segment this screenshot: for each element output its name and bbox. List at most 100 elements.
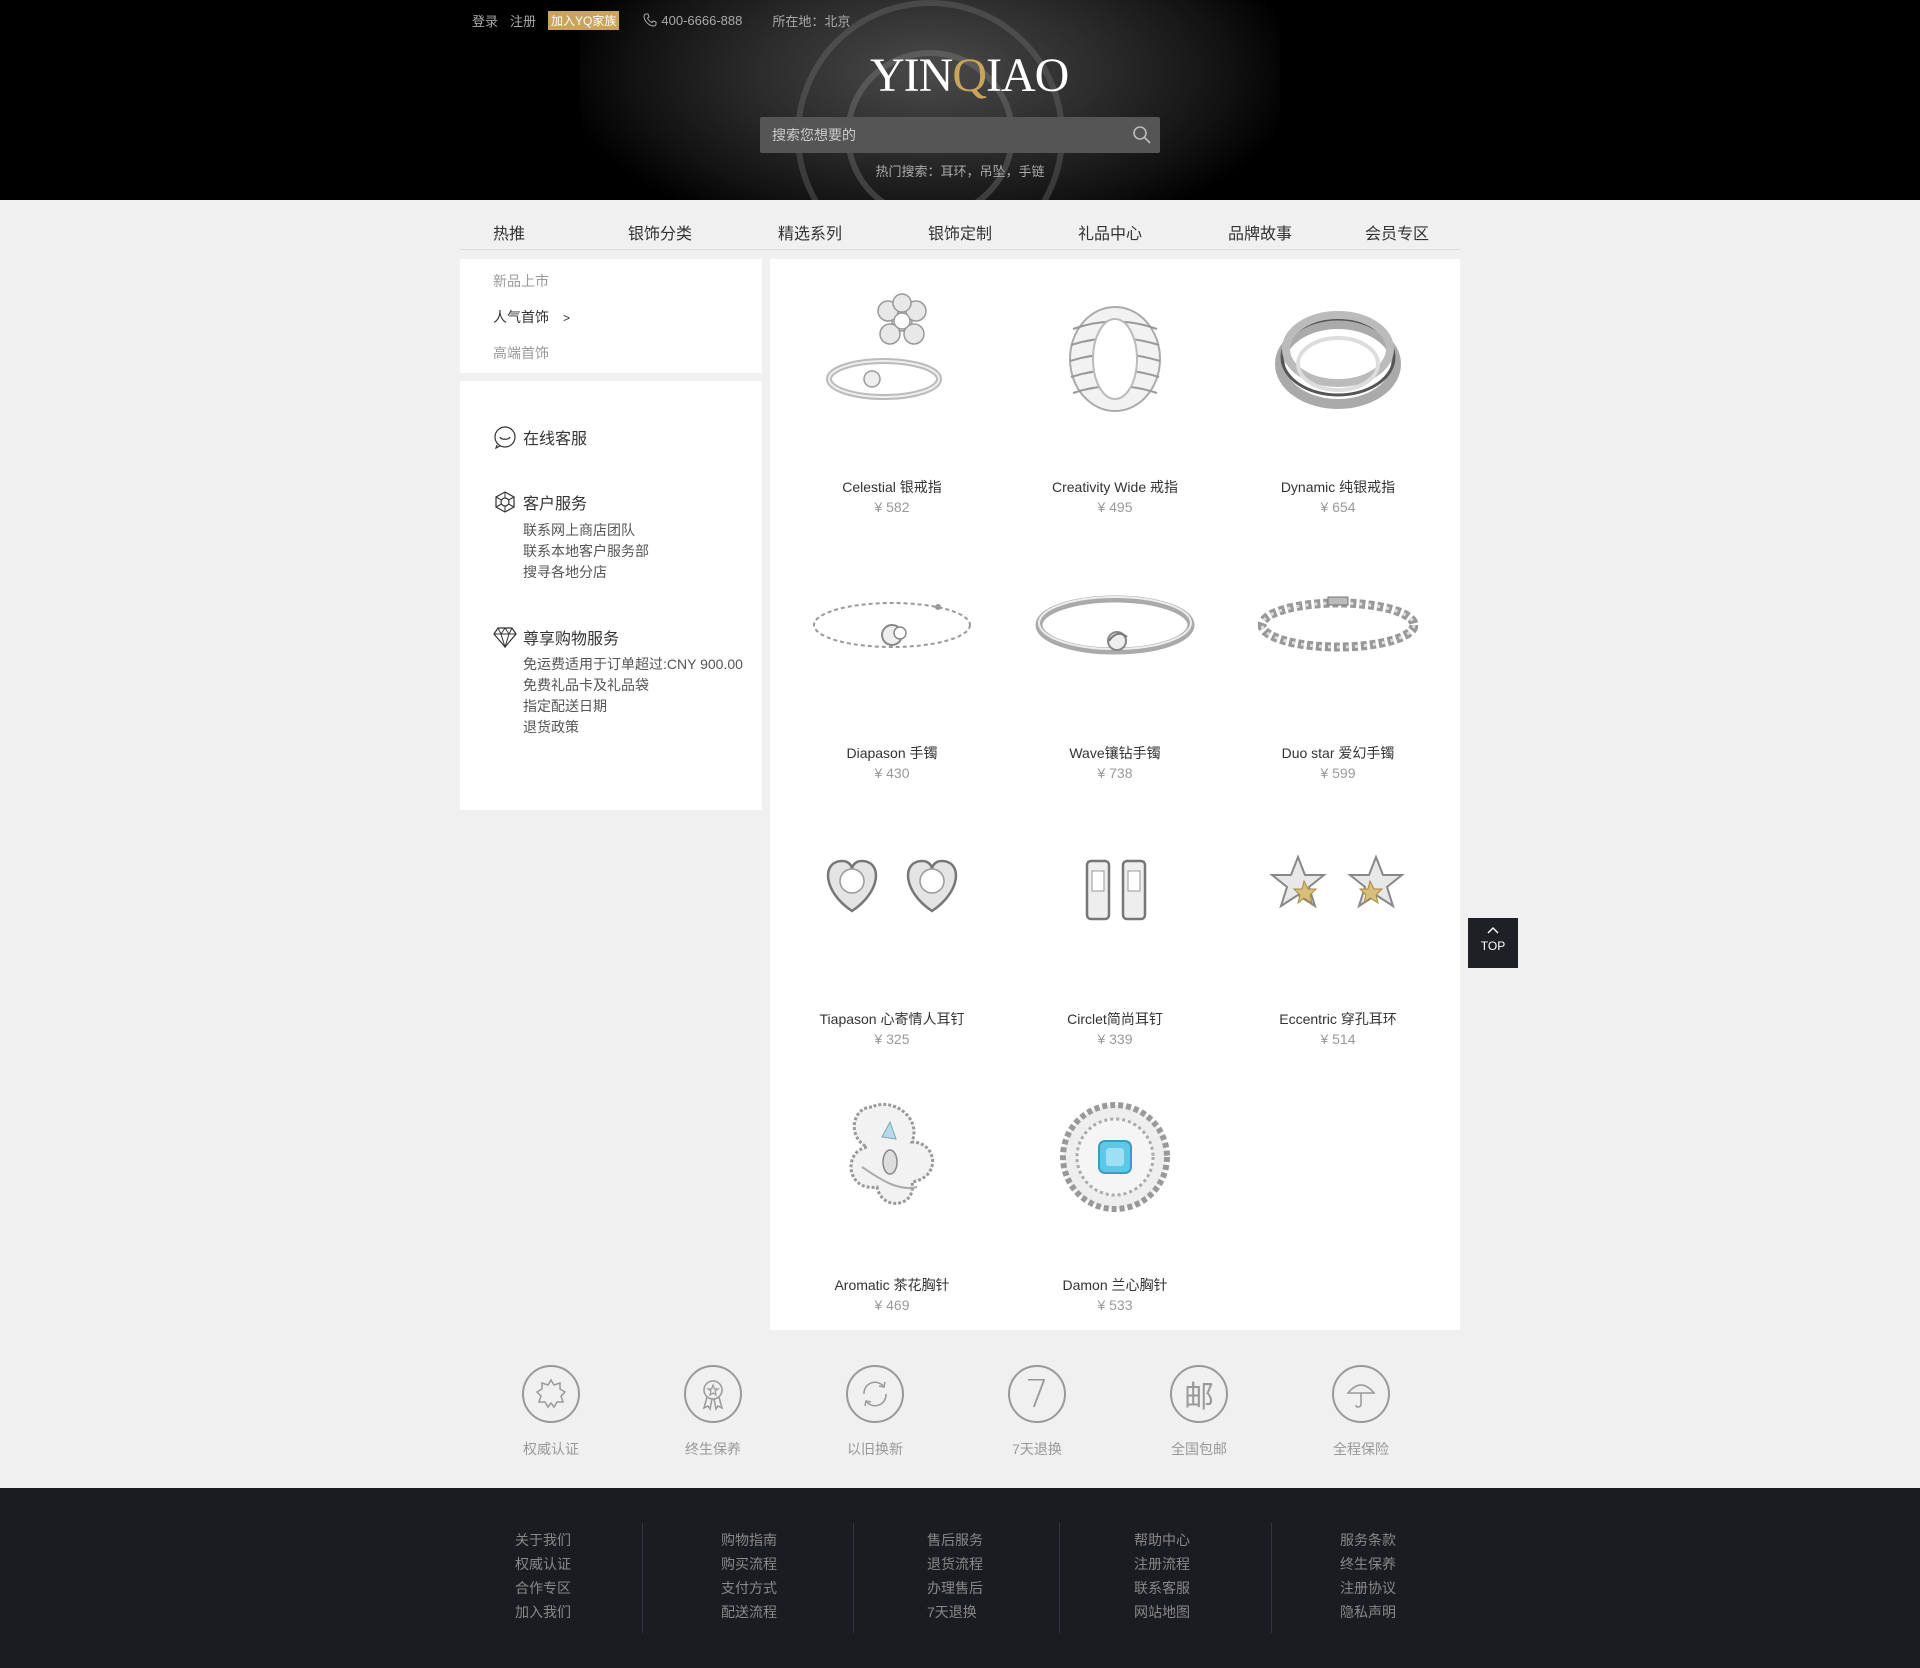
phone-text: 400-6666-888 <box>661 12 743 28</box>
footer-link[interactable]: 合作专区 <box>515 1576 615 1600</box>
wide-ring-icon <box>1069 306 1161 412</box>
customer-service-links: 联系网上商店团队 联系本地客户服务部 搜寻各地分店 <box>523 520 649 583</box>
product-card[interactable]: Celestial 银戒指 ¥ 582 <box>792 259 992 515</box>
nav-series[interactable]: 精选系列 <box>778 220 842 244</box>
feature-free-shipping: 邮 全国包邮 <box>1159 1365 1239 1459</box>
feature-authentic: 权威认证 <box>511 1365 591 1459</box>
footer-link[interactable]: 权威认证 <box>515 1552 615 1576</box>
product-price: ¥ 495 <box>1097 499 1133 515</box>
site-footer: 关于我们 权威认证 合作专区 加入我们 购物指南 购买流程 支付方式 配送流程 … <box>0 1488 1920 1668</box>
product-card[interactable]: Creativity Wide 戒指 ¥ 495 <box>1015 259 1215 515</box>
hot-search-text[interactable]: 热门搜索：耳环，吊坠，手链 <box>760 161 1160 180</box>
category-popular[interactable]: 人气首饰 > <box>493 307 570 327</box>
product-card[interactable]: Circlet简尚耳钉 ¥ 339 <box>1015 791 1215 1047</box>
product-name[interactable]: Creativity Wide 戒指 <box>1015 477 1215 497</box>
return-policy-link[interactable]: 退货政策 <box>523 717 743 738</box>
footer-column-about: 关于我们 权威认证 合作专区 加入我们 <box>515 1528 615 1624</box>
footer-link[interactable]: 退货流程 <box>927 1552 1027 1576</box>
footer-column-help: 帮助中心 注册流程 联系客服 网站地图 <box>1134 1528 1234 1624</box>
search-input[interactable] <box>760 117 1124 153</box>
footer-link[interactable]: 购物指南 <box>721 1528 821 1552</box>
footer-link[interactable]: 关于我们 <box>515 1528 615 1552</box>
register-link[interactable]: 注册 <box>510 11 536 30</box>
category-premium[interactable]: 高端首饰 <box>493 343 549 363</box>
footer-divider <box>642 1523 643 1633</box>
footer-link[interactable]: 加入我们 <box>515 1600 615 1624</box>
chat-bubble-icon <box>494 426 516 449</box>
product-card[interactable]: Damon 兰心胸针 ¥ 533 <box>1015 1057 1215 1313</box>
footer-link[interactable]: 隐私声明 <box>1340 1600 1440 1624</box>
product-card[interactable]: Eccentric 穿孔耳环 ¥ 514 <box>1238 791 1438 1047</box>
join-family-button[interactable]: 加入YQ家族 <box>548 10 620 30</box>
product-card[interactable]: Tiapason 心寄情人耳钉 ¥ 325 <box>792 791 992 1047</box>
login-link[interactable]: 登录 <box>472 11 498 30</box>
delivery-date-link[interactable]: 指定配送日期 <box>523 696 743 717</box>
gift-card-link[interactable]: 免费礼品卡及礼品袋 <box>523 675 743 696</box>
chain-bracelet-icon <box>813 602 971 648</box>
feature-trade-in: 以旧换新 <box>835 1365 915 1459</box>
product-card[interactable]: Aromatic 茶花胸针 ¥ 469 <box>792 1057 992 1313</box>
contact-local-service-link[interactable]: 联系本地客户服务部 <box>523 541 649 562</box>
footer-link[interactable]: 服务条款 <box>1340 1528 1440 1552</box>
product-price: ¥ 738 <box>1097 765 1133 781</box>
site-header: 登录 注册 加入YQ家族 400-6666-888 所在地：北京 YINQIAO… <box>0 0 1920 200</box>
feature-insurance: 全程保险 <box>1321 1365 1401 1459</box>
nav-hot[interactable]: 热推 <box>493 220 525 244</box>
product-name[interactable]: Diapason 手镯 <box>792 743 992 763</box>
chevron-up-icon <box>1487 927 1499 934</box>
footer-link[interactable]: 配送流程 <box>721 1600 821 1624</box>
footer-link[interactable]: 联系客服 <box>1134 1576 1234 1600</box>
footer-link[interactable]: 购买流程 <box>721 1552 821 1576</box>
footer-divider <box>1271 1523 1272 1633</box>
footer-column-shopping: 购物指南 购买流程 支付方式 配送流程 <box>721 1528 821 1624</box>
blue-brooch-icon <box>1060 1102 1170 1212</box>
product-name[interactable]: Dynamic 纯银戒指 <box>1238 477 1438 497</box>
online-service[interactable]: 在线客服 <box>493 425 587 449</box>
back-to-top-button[interactable]: TOP <box>1468 918 1518 968</box>
nav-members[interactable]: 会员专区 <box>1365 220 1429 244</box>
footer-link[interactable]: 售后服务 <box>927 1528 1027 1552</box>
top-label: TOP <box>1480 939 1506 953</box>
product-name[interactable]: Circlet简尚耳钉 <box>1015 1009 1215 1029</box>
nav-gifts[interactable]: 礼品中心 <box>1078 220 1142 244</box>
product-name[interactable]: Tiapason 心寄情人耳钉 <box>792 1009 992 1029</box>
product-card[interactable]: Diapason 手镯 ¥ 430 <box>792 525 992 781</box>
category-new[interactable]: 新品上市 <box>493 271 549 291</box>
product-name[interactable]: Aromatic 茶花胸针 <box>792 1275 992 1295</box>
find-stores-link[interactable]: 搜寻各地分店 <box>523 562 649 583</box>
brand-logo[interactable]: YINQIAO <box>870 48 1069 103</box>
cube-icon <box>495 491 515 513</box>
chevron-right-icon: > <box>563 311 571 325</box>
footer-link[interactable]: 注册流程 <box>1134 1552 1234 1576</box>
flower-ring-icon <box>826 293 942 400</box>
footer-link[interactable]: 注册协议 <box>1340 1576 1440 1600</box>
contact-online-team-link[interactable]: 联系网上商店团队 <box>523 520 649 541</box>
product-name[interactable]: Duo star 爱幻手镯 <box>1238 743 1438 763</box>
umbrella-icon <box>1332 1365 1390 1423</box>
location-text: 所在地：北京 <box>772 13 851 29</box>
product-name[interactable]: Celestial 银戒指 <box>792 477 992 497</box>
nav-custom[interactable]: 银饰定制 <box>928 220 992 244</box>
footer-divider <box>853 1523 854 1633</box>
nav-categories[interactable]: 银饰分类 <box>628 220 692 244</box>
product-name[interactable]: Damon 兰心胸针 <box>1015 1275 1215 1295</box>
product-card[interactable]: Dynamic 纯银戒指 ¥ 654 <box>1238 259 1438 515</box>
footer-link[interactable]: 办理售后 <box>927 1576 1027 1600</box>
product-price: ¥ 325 <box>874 1031 910 1047</box>
footer-link[interactable]: 7天退换 <box>927 1600 1027 1624</box>
feature-label: 权威认证 <box>523 1441 579 1457</box>
product-name[interactable]: Wave镶钻手镯 <box>1015 743 1215 763</box>
footer-link[interactable]: 帮助中心 <box>1134 1528 1234 1552</box>
nav-brand-story[interactable]: 品牌故事 <box>1228 220 1292 244</box>
footer-link[interactable]: 网站地图 <box>1134 1600 1234 1624</box>
product-card[interactable]: Duo star 爱幻手镯 ¥ 599 <box>1238 525 1438 781</box>
free-shipping-link[interactable]: 免运费适用于订单超过:CNY 900.00 <box>523 654 743 675</box>
category-panel: 新品上市 人气首饰 > 高端首饰 <box>460 259 762 373</box>
footer-link[interactable]: 支付方式 <box>721 1576 821 1600</box>
search-button[interactable] <box>1124 117 1160 153</box>
footer-link[interactable]: 终生保养 <box>1340 1552 1440 1576</box>
footer-divider <box>1059 1523 1060 1633</box>
product-card[interactable]: Wave镶钻手镯 ¥ 738 <box>1015 525 1215 781</box>
product-price: ¥ 599 <box>1320 765 1356 781</box>
product-name[interactable]: Eccentric 穿孔耳环 <box>1238 1009 1438 1029</box>
